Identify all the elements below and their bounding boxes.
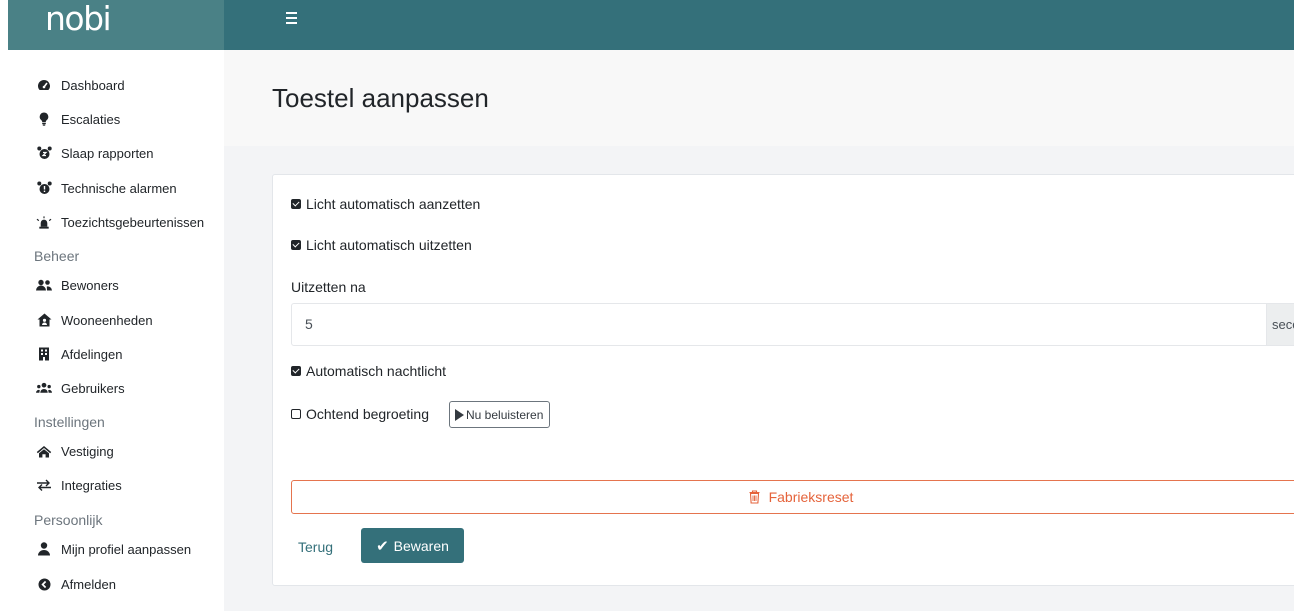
lightbulb-icon	[36, 111, 52, 127]
sidebar-item-dashboard[interactable]: Dashboard	[36, 73, 125, 97]
checkbox-checked-icon[interactable]	[291, 366, 301, 376]
alarm-clock-icon	[36, 145, 52, 161]
building-icon	[36, 346, 52, 362]
night-light-checkbox[interactable]: Automatisch nachtlicht	[291, 363, 446, 379]
sidebar-item-label: Bewoners	[61, 277, 119, 293]
top-navbar	[224, 0, 1294, 50]
sidebar-item-mijn-profiel[interactable]: Mijn profiel aanpassen	[36, 537, 191, 561]
light-auto-on-checkbox[interactable]: Licht automatisch aanzetten	[291, 196, 480, 212]
sidebar-item-label: Mijn profiel aanpassen	[61, 541, 192, 557]
checkbox-checked-icon[interactable]	[291, 240, 301, 250]
checkbox-checked-icon[interactable]	[291, 199, 301, 209]
sidebar-item-label: Gebruikers	[61, 380, 125, 396]
sidebar-item-label: Vestiging	[61, 443, 114, 459]
logo-bar: nobi	[8, 0, 224, 50]
user-friends-icon	[36, 277, 52, 293]
sidebar-item-label: Escalaties	[61, 111, 121, 127]
sidebar-heading-beheer: Beheer	[34, 248, 80, 264]
alarm-clock-exclamation-icon	[36, 180, 52, 196]
sidebar-item-label: Slaap rapporten	[61, 145, 154, 161]
user-icon	[36, 541, 52, 557]
device-edit-form: Licht automatisch aanzetten Licht automa…	[272, 174, 1294, 586]
sidebar-item-label: Technische alarmen	[61, 180, 177, 196]
sidebar-item-afdelingen[interactable]: Afdelingen	[36, 342, 122, 366]
sidebar-item-label: Toezichtsgebeurtenissen	[61, 214, 205, 230]
checkbox-label: Licht automatisch aanzetten	[306, 196, 481, 212]
sidebar-item-afmelden[interactable]: Afmelden	[36, 572, 116, 596]
back-link[interactable]: Terug	[298, 539, 333, 555]
sidebar-item-label: Integraties	[61, 477, 122, 493]
page-title: Toestel aanpassen	[272, 83, 489, 113]
checkbox-label: Automatisch nachtlicht	[306, 363, 447, 379]
play-icon	[455, 408, 464, 421]
sidebar-item-toezichtsgebeurtenissen[interactable]: Toezichtsgebeurtenissen	[36, 210, 204, 234]
sidebar-item-bewoners[interactable]: Bewoners	[36, 273, 119, 297]
sidebar-item-slaap-rapporten[interactable]: Slaap rapporten	[36, 141, 154, 165]
sidebar-heading-persoonlijk: Persoonlijk	[34, 512, 103, 528]
light-auto-off-checkbox[interactable]: Licht automatisch uitzetten	[291, 237, 472, 253]
unit-addon: seconden	[1267, 303, 1294, 346]
listen-now-label: Nu beluisteren	[466, 407, 544, 422]
sidebar-heading-instellingen: Instellingen	[34, 414, 105, 430]
siren-icon	[36, 214, 52, 230]
hamburger-icon[interactable]	[286, 12, 299, 24]
listen-now-button[interactable]: Nu beluisteren	[449, 401, 551, 428]
house-user-icon	[36, 312, 52, 328]
app-logo[interactable]: nobi	[45, 0, 112, 39]
checkbox-label: Licht automatisch uitzetten	[306, 237, 472, 253]
tachometer-icon	[36, 77, 52, 93]
exchange-icon	[36, 477, 52, 493]
page-header: Toestel aanpassen	[224, 50, 1294, 146]
sidebar-item-technische-alarmen[interactable]: Technische alarmen	[36, 176, 177, 200]
home-icon	[36, 443, 52, 459]
check-icon: ✔	[376, 537, 389, 555]
sidebar-item-label: Afmelden	[61, 576, 116, 592]
sidebar-item-vestiging[interactable]: Vestiging	[36, 439, 114, 463]
checkbox-label: Ochtend begroeting	[306, 406, 429, 422]
sidebar-item-label: Dashboard	[61, 77, 125, 93]
sidebar-item-label: Wooneenheden	[61, 312, 153, 328]
turn-off-after-label: Uitzetten na	[291, 279, 366, 295]
save-button[interactable]: ✔ Bewaren	[361, 528, 464, 563]
factory-reset-label: Fabrieksreset	[768, 489, 854, 505]
morning-greeting-checkbox[interactable]: Ochtend begroeting	[291, 406, 429, 422]
sidebar: Dashboard Escalaties Slaap rapporten Tec…	[0, 50, 224, 611]
users-icon	[36, 380, 52, 396]
factory-reset-button[interactable]: Fabrieksreset	[291, 480, 1294, 514]
sidebar-item-escalaties[interactable]: Escalaties	[36, 107, 120, 131]
arrow-circle-left-icon	[36, 576, 52, 592]
sidebar-item-label: Afdelingen	[61, 346, 123, 362]
save-label: Bewaren	[393, 537, 449, 554]
main-content: Toestel aanpassen Licht automatisch aanz…	[224, 50, 1294, 611]
sidebar-item-wooneenheden[interactable]: Wooneenheden	[36, 308, 153, 332]
turn-off-after-input[interactable]: 5	[291, 303, 1267, 346]
sidebar-item-gebruikers[interactable]: Gebruikers	[36, 376, 125, 400]
trash-icon	[749, 490, 760, 504]
checkbox-unchecked-icon[interactable]	[291, 409, 301, 419]
sidebar-item-integraties[interactable]: Integraties	[36, 473, 122, 497]
